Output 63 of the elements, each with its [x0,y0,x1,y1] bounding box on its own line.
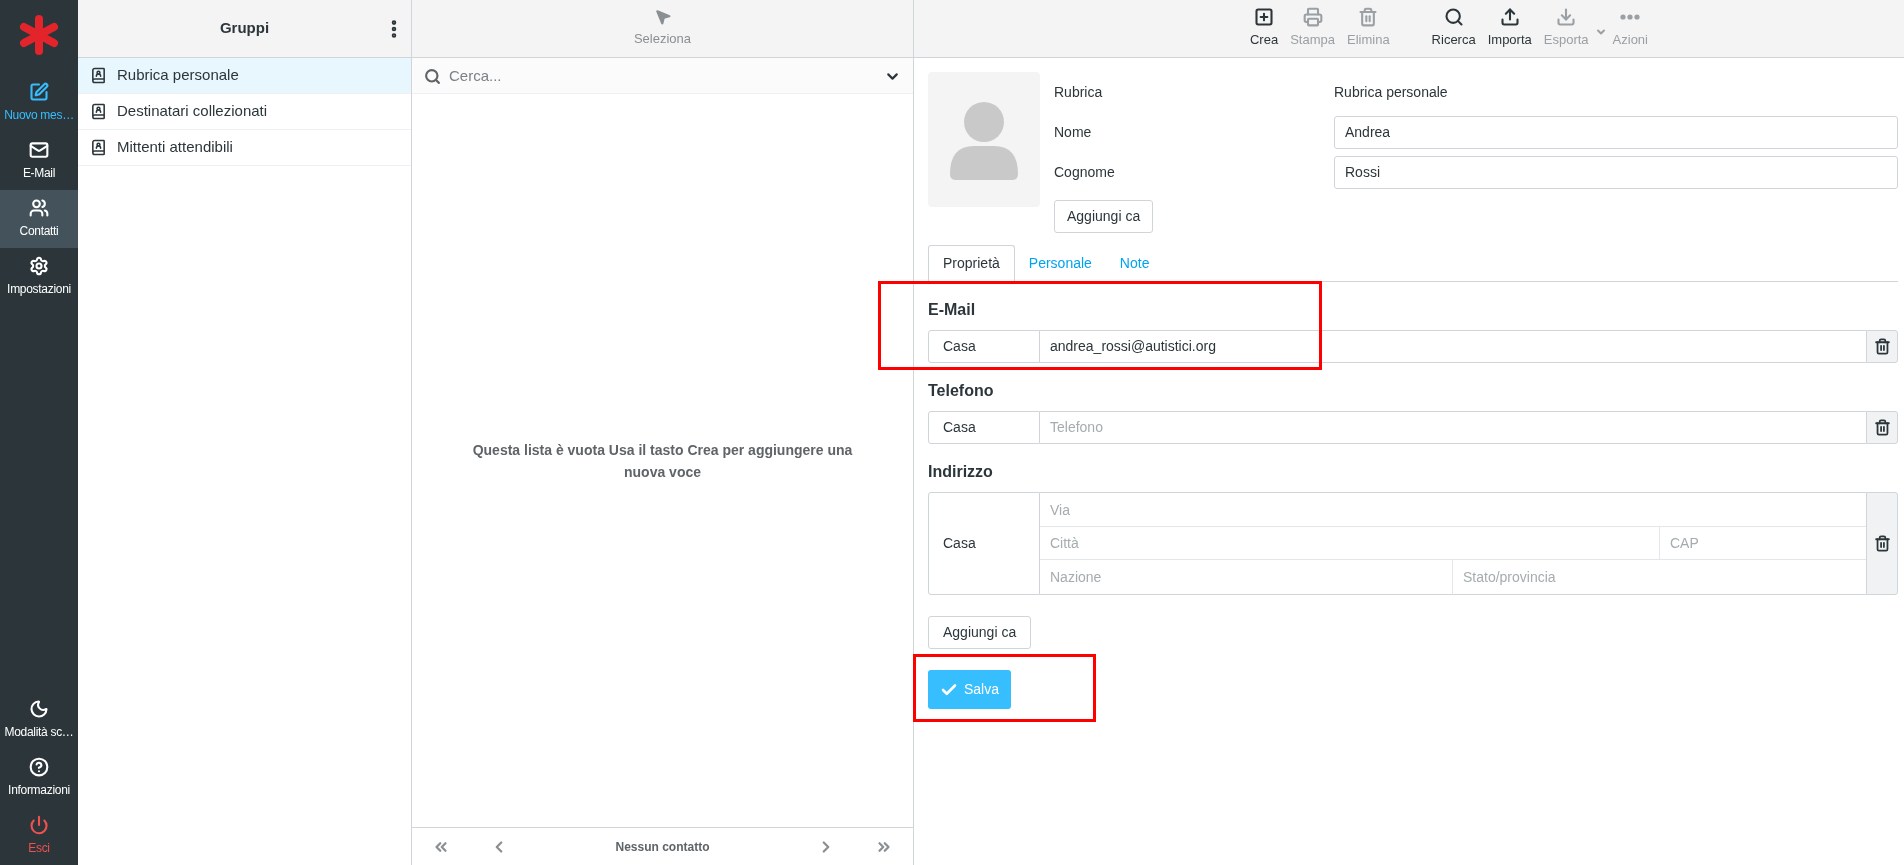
value-field[interactable]: andrea_rossi@autistici.org [1040,330,1866,363]
power-icon [29,815,49,835]
add-field-button[interactable]: Aggiungi ca [1054,200,1154,233]
plus-square-icon [1254,7,1275,28]
asterisk-logo [19,15,59,55]
nav-item[interactable]: Contatti [0,190,78,248]
download-icon [1556,7,1577,28]
toolbar-button[interactable]: Importa [1481,0,1538,58]
field-label: Cognome [1054,162,1116,182]
search-field[interactable]: Cerca... [412,58,913,94]
delete-button[interactable] [1866,492,1898,595]
people-icon [29,198,49,218]
search-icon [424,68,441,85]
address-book-icon [90,67,107,84]
delete-button[interactable] [1866,411,1898,444]
trash-icon [1358,7,1379,28]
printer-icon [1302,7,1323,28]
trash-icon [1873,535,1891,552]
section-heading: E-Mail [928,300,977,320]
name-field[interactable]: Rossi [1334,155,1898,189]
city-field[interactable]: Città [1040,527,1660,560]
pen-square-icon [29,82,49,102]
panel-title: Gruppi [219,18,270,39]
nav-item[interactable]: Esci [0,807,78,865]
country-field[interactable]: Nazione [1040,560,1453,595]
trash-icon [1873,338,1891,355]
add-property-button[interactable]: Aggiungi ca [928,616,1032,649]
section-heading: Telefono [928,381,995,401]
type-select[interactable]: Casa [928,330,1040,363]
pager-text: Nessun contatto [614,838,711,856]
value-field[interactable]: Telefono [1040,411,1866,444]
delete-button[interactable] [1866,330,1898,363]
envelope-icon [29,140,49,160]
field-label: Nome [1054,122,1093,142]
nav-item[interactable]: Informazioni [0,749,78,807]
nav-item[interactable]: Modalità sc… [0,691,78,749]
type-select[interactable]: Casa [928,492,1040,595]
field-value: Rubrica personale [1334,82,1449,102]
moon-icon [29,699,49,719]
field-label: Rubrica [1054,82,1104,102]
street-field[interactable]: Via [1040,492,1866,527]
tab[interactable]: Proprietà [928,245,1015,282]
toolbar-button[interactable]: Ricerca [1425,0,1482,58]
more-icon [1620,14,1641,21]
gear-icon [29,256,49,276]
nav-item[interactable]: Nuovo mes… [0,74,78,132]
pointer-icon [653,8,672,27]
search-icon [1443,7,1464,28]
nav-item[interactable]: Impostazioni [0,248,78,306]
trash-icon [1873,419,1891,436]
name-field[interactable]: Andrea [1334,115,1898,149]
question-icon [29,757,49,777]
person-silhouette-icon [948,99,1020,180]
address-book-icon [90,103,107,120]
empty-message: Questa lista è vuota Usa il tasto Crea per aggiungere una nuova voce [471,440,854,482]
toolbar-button[interactable]: Crea [1244,0,1285,58]
upload-icon [1499,7,1520,28]
region-field[interactable]: Stato/provincia [1453,560,1866,595]
address-book-icon [90,139,107,156]
group-item[interactable]: Rubrica personale [78,58,411,94]
nav-item[interactable]: E-Mail [0,132,78,190]
type-select[interactable]: Casa [928,411,1040,444]
section-heading: Indirizzo [928,462,994,482]
